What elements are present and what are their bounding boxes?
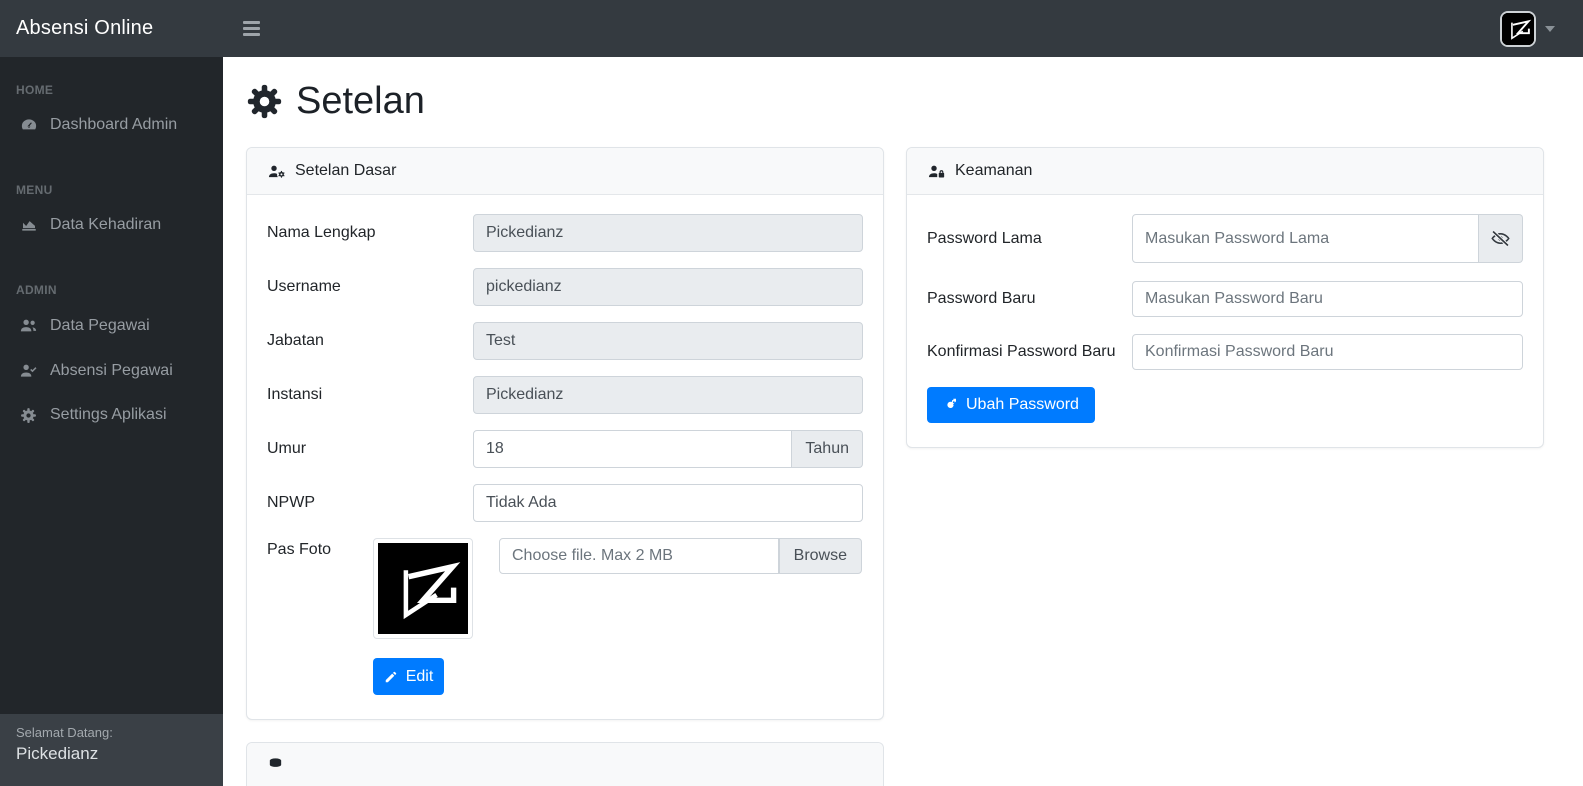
sidebar-section-menu: MENU — [0, 173, 223, 203]
welcome-username: Pickedianz — [16, 744, 207, 764]
card-title: Setelan Dasar — [295, 162, 396, 180]
field-row-pas-foto: Pas Foto — [267, 538, 863, 695]
field-label: Umur — [267, 440, 473, 458]
field-label: Instansi — [267, 386, 473, 404]
password-baru-field[interactable] — [1132, 281, 1523, 317]
user-lock-icon — [927, 163, 946, 180]
tachometer-icon — [16, 116, 41, 134]
eye-slash-icon — [1490, 228, 1511, 249]
user-avatar[interactable] — [1500, 11, 1536, 47]
konfirmasi-password-field[interactable] — [1132, 334, 1523, 370]
field-row-nama-lengkap: Nama Lengkap — [267, 214, 863, 252]
chart-area-icon — [16, 216, 41, 234]
page-title: Setelan — [296, 80, 425, 123]
field-label: Username — [267, 278, 473, 296]
bars-icon — [243, 21, 260, 24]
browse-button[interactable]: Browse — [779, 538, 862, 574]
sidebar: HOME Dashboard Admin MENU Data Kehadiran… — [0, 57, 223, 786]
field-row-password-baru: Password Baru — [927, 281, 1523, 317]
sidebar-item-absensi-pegawai[interactable]: Absensi Pegawai — [0, 348, 223, 393]
field-row-username: Username — [267, 268, 863, 306]
field-label: Konfirmasi Password Baru — [927, 343, 1132, 361]
app-brand[interactable]: Absensi Online — [0, 17, 223, 40]
users-icon — [16, 316, 41, 335]
ubah-password-button[interactable]: Ubah Password — [927, 387, 1095, 423]
sidebar-footer: Selamat Datang: Pickedianz — [0, 714, 223, 786]
username-field[interactable] — [473, 268, 863, 306]
caret-down-icon[interactable] — [1545, 26, 1555, 32]
sidebar-item-label: Data Kehadiran — [50, 216, 161, 234]
page-header: Setelan — [246, 80, 1560, 123]
umur-field[interactable] — [473, 430, 792, 468]
sidebar-item-label: Settings Aplikasi — [50, 406, 167, 424]
navbar-user-menu[interactable] — [1500, 11, 1583, 47]
card-title: Keamanan — [955, 162, 1032, 180]
file-input[interactable]: Choose file. Max 2 MB — [499, 538, 779, 574]
sidebar-section-admin: ADMIN — [0, 273, 223, 303]
main-content: Setelan — [223, 57, 1583, 786]
pas-foto-thumbnail — [373, 538, 473, 639]
field-row-konfirmasi-password: Konfirmasi Password Baru — [927, 334, 1523, 370]
field-label: Pas Foto — [267, 538, 373, 559]
sidebar-item-label: Data Pegawai — [50, 317, 150, 335]
bars-icon — [243, 33, 260, 36]
submit-button-label: Ubah Password — [966, 396, 1079, 414]
nama-lengkap-field[interactable] — [473, 214, 863, 252]
pencil-icon — [384, 670, 398, 684]
toggle-password-visibility-button[interactable] — [1479, 214, 1523, 263]
welcome-label: Selamat Datang: — [16, 725, 207, 740]
basic-settings-card-header: Setelan Dasar — [247, 148, 883, 195]
partial-card — [246, 742, 884, 786]
sidebar-item-data-pegawai[interactable]: Data Pegawai — [0, 303, 223, 348]
sidebar-toggle-button[interactable] — [233, 13, 270, 44]
umur-unit-addon: Tahun — [792, 430, 863, 468]
sidebar-item-label: Absensi Pegawai — [50, 362, 173, 380]
cog-icon — [246, 83, 283, 120]
partial-card-header — [247, 743, 883, 786]
logo-image — [378, 543, 468, 634]
user-check-icon — [16, 361, 41, 380]
edit-photo-button[interactable]: Edit — [373, 658, 444, 695]
file-upload-group: Choose file. Max 2 MB Browse — [499, 538, 862, 574]
top-navbar: Absensi Online — [0, 0, 1583, 57]
field-row-umur: Umur Tahun — [267, 430, 863, 468]
sidebar-item-data-kehadiran[interactable]: Data Kehadiran — [0, 203, 223, 247]
sidebar-item-label: Dashboard Admin — [50, 116, 177, 134]
key-icon — [943, 398, 958, 413]
edit-button-label: Edit — [406, 668, 434, 686]
field-label: Password Lama — [927, 230, 1132, 248]
security-card-header: Keamanan — [907, 148, 1543, 195]
bars-icon — [243, 27, 260, 30]
sidebar-item-dashboard-admin[interactable]: Dashboard Admin — [0, 103, 223, 147]
field-row-instansi: Instansi — [267, 376, 863, 414]
jabatan-field[interactable] — [473, 322, 863, 360]
field-row-password-lama: Password Lama — [927, 214, 1523, 263]
field-label: NPWP — [267, 494, 473, 512]
sidebar-section-home: HOME — [0, 57, 223, 103]
sidebar-item-settings-aplikasi[interactable]: Settings Aplikasi — [0, 393, 223, 437]
field-label: Nama Lengkap — [267, 224, 473, 242]
field-row-npwp: NPWP — [267, 484, 863, 522]
user-cog-icon — [267, 163, 286, 180]
database-icon — [267, 757, 284, 774]
password-lama-field[interactable] — [1132, 214, 1479, 263]
security-card: Keamanan Password Lama — [906, 147, 1544, 448]
instansi-field[interactable] — [473, 376, 863, 414]
npwp-field[interactable] — [473, 484, 863, 522]
logo-image — [1502, 13, 1534, 45]
field-label: Password Baru — [927, 290, 1132, 308]
cog-icon — [16, 407, 41, 424]
field-label: Jabatan — [267, 332, 473, 350]
field-row-jabatan: Jabatan — [267, 322, 863, 360]
basic-settings-card: Setelan Dasar Nama Lengkap Username Jaba… — [246, 147, 884, 720]
